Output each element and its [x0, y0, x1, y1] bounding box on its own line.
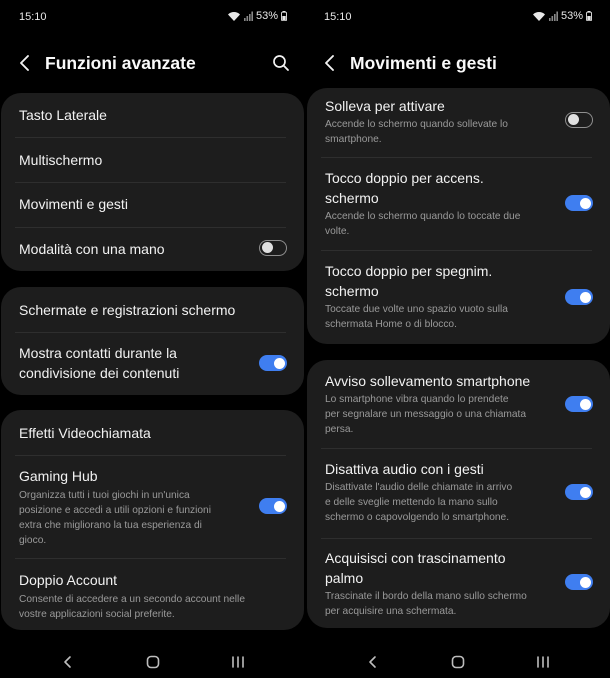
list-item-movimenti-gesti[interactable]: Movimenti e gesti	[1, 183, 304, 227]
item-description: Trascinate il bordo della mano sullo sch…	[325, 591, 527, 602]
list-item-mostra-contatti[interactable]: Mostra contatti durante la condivisione …	[1, 333, 304, 395]
item-label: schermo	[325, 283, 379, 299]
chevron-left-icon[interactable]	[319, 52, 341, 74]
navigation-bar	[0, 642, 305, 678]
item-description: vostre applicazioni social preferite.	[19, 609, 175, 620]
toggle-switch[interactable]	[565, 112, 593, 128]
toggle-switch[interactable]	[259, 355, 287, 371]
list-item-gaming-hub[interactable]: Gaming Hub Organizza tutti i tuoi giochi…	[1, 456, 304, 558]
item-label: Acquisisci con trascinamento	[325, 550, 506, 566]
item-label: Avviso sollevamento smartphone	[325, 373, 531, 389]
nav-back-icon[interactable]	[62, 655, 74, 674]
nav-recents-icon[interactable]	[231, 655, 245, 674]
item-description: per segnalare un messaggio o una chiamat…	[325, 409, 527, 420]
list-item-modalita-una-mano[interactable]: Modalità con una mano	[1, 228, 304, 271]
item-description: posizione e accedi a utili opzioni e fun…	[19, 505, 211, 516]
toggle-switch[interactable]	[565, 396, 593, 412]
item-description: volte.	[325, 226, 350, 237]
navigation-bar	[305, 642, 610, 678]
list-item-effetti-videochiamata[interactable]: Effetti Videochiamata	[1, 410, 304, 455]
item-label: Schermate e registrazioni schermo	[19, 302, 236, 318]
item-description: Consente di accedere a un secondo accoun…	[19, 594, 245, 605]
list-item-tocco-doppio-spegnim[interactable]: Tocco doppio per spegnim. schermo Toccat…	[307, 251, 610, 344]
item-description: persa.	[325, 424, 354, 435]
item-description: Accende lo schermo quando sollevate lo	[325, 119, 508, 130]
item-description: smartphone.	[325, 134, 382, 145]
status-time: 15:10	[324, 11, 352, 23]
toggle-switch[interactable]	[565, 289, 593, 305]
list-item-disattiva-audio[interactable]: Disattiva audio con i gesti Disattivate …	[307, 449, 610, 538]
item-label: Modalità con una mano	[19, 241, 165, 257]
toggle-switch[interactable]	[565, 574, 593, 590]
battery-percent: 53%	[255, 10, 278, 22]
item-label: Tocco doppio per spegnim.	[325, 263, 493, 279]
battery-percent: 53%	[560, 10, 583, 22]
item-description: schermata Home o di blocco.	[325, 319, 457, 330]
list-item-tasto-laterale[interactable]: Tasto Laterale	[1, 93, 304, 137]
item-label: Multischermo	[19, 152, 103, 168]
item-description: Organizza tutti i tuoi giochi in un'unic…	[19, 490, 190, 501]
nav-recents-icon[interactable]	[536, 655, 550, 674]
item-description: gioco.	[19, 535, 47, 546]
settings-group-2: Schermate e registrazioni schermo Mostra…	[1, 287, 304, 395]
toggle-switch[interactable]	[565, 484, 593, 500]
list-item-tocco-doppio-accens[interactable]: Tocco doppio per accens. schermo Accende…	[307, 158, 610, 250]
list-item-multischermo[interactable]: Multischermo	[1, 138, 304, 182]
item-description: e delle sveglie mettendo la mano sullo	[325, 497, 498, 508]
toggle-switch[interactable]	[259, 498, 287, 514]
toggle-switch[interactable]	[259, 240, 287, 256]
left-screen: 15:10 53% Funzioni avanzate Tasto Latera…	[0, 0, 305, 678]
item-description: Disattivate l'audio delle chiamate in ar…	[325, 482, 513, 493]
list-item-acquisisci-palmo[interactable]: Acquisisci con trascinamento palmo Trasc…	[307, 539, 610, 628]
item-label: Movimenti e gesti	[19, 196, 128, 212]
item-description: Lo smartphone vibra quando lo prendete	[325, 394, 509, 405]
signal-icon	[243, 11, 253, 21]
status-time: 15:10	[19, 11, 47, 23]
nav-back-icon[interactable]	[367, 655, 379, 674]
item-label: Tasto Laterale	[19, 107, 107, 123]
settings-group-1: Solleva per attivare Accende lo schermo …	[307, 88, 610, 344]
signal-icon	[548, 11, 558, 21]
settings-group-2: Avviso sollevamento smartphone Lo smartp…	[307, 360, 610, 628]
page-title: Funzioni avanzate	[45, 53, 196, 73]
item-label: Disattiva audio con i gesti	[325, 461, 484, 477]
status-bar: 15:10 53%	[305, 0, 610, 34]
battery-icon	[586, 11, 592, 21]
item-label: condivisione dei contenuti	[19, 365, 180, 381]
item-description: Accende lo schermo quando lo toccate due	[325, 211, 521, 222]
item-description: schermo o capovolgendo lo smartphone.	[325, 512, 510, 523]
list-item-doppio-account[interactable]: Doppio Account Consente di accedere a un…	[1, 559, 304, 630]
wifi-icon	[532, 11, 546, 22]
page-title: Movimenti e gesti	[350, 53, 497, 73]
item-label: Solleva per attivare	[325, 98, 445, 114]
toggle-switch[interactable]	[565, 195, 593, 211]
item-label: Effetti Videochiamata	[19, 425, 151, 441]
item-label: schermo	[325, 190, 379, 206]
list-item-schermate[interactable]: Schermate e registrazioni schermo	[1, 287, 304, 332]
app-header: Movimenti e gesti	[305, 44, 610, 84]
settings-group-3: Effetti Videochiamata Gaming Hub Organiz…	[1, 410, 304, 630]
app-header: Funzioni avanzate	[0, 44, 305, 84]
chevron-left-icon[interactable]	[14, 52, 36, 74]
item-label: palmo	[325, 570, 364, 586]
nav-home-icon[interactable]	[451, 655, 465, 674]
nav-home-icon[interactable]	[146, 655, 160, 674]
wifi-icon	[227, 11, 241, 22]
item-description: Toccate due volte uno spazio vuoto sulla	[325, 304, 508, 315]
item-description: per acquisire una schermata.	[325, 606, 457, 617]
item-label: Mostra contatti durante la	[19, 345, 177, 361]
settings-group-1: Tasto Laterale Multischermo Movimenti e …	[1, 93, 304, 271]
list-item-solleva-attivare[interactable]: Solleva per attivare Accende lo schermo …	[307, 88, 610, 157]
list-item-avviso-sollevamento[interactable]: Avviso sollevamento smartphone Lo smartp…	[307, 360, 610, 448]
item-label: Tocco doppio per accens.	[325, 170, 484, 186]
right-screen: 15:10 53% Movimenti e gesti Solleva per …	[305, 0, 610, 678]
item-label: Gaming Hub	[19, 468, 98, 484]
search-icon[interactable]	[271, 53, 291, 73]
item-label: Doppio Account	[19, 572, 118, 588]
item-description: extra che migliorano la tua esperienza d…	[19, 520, 202, 531]
status-bar: 15:10 53%	[0, 0, 305, 34]
battery-icon	[281, 11, 287, 21]
